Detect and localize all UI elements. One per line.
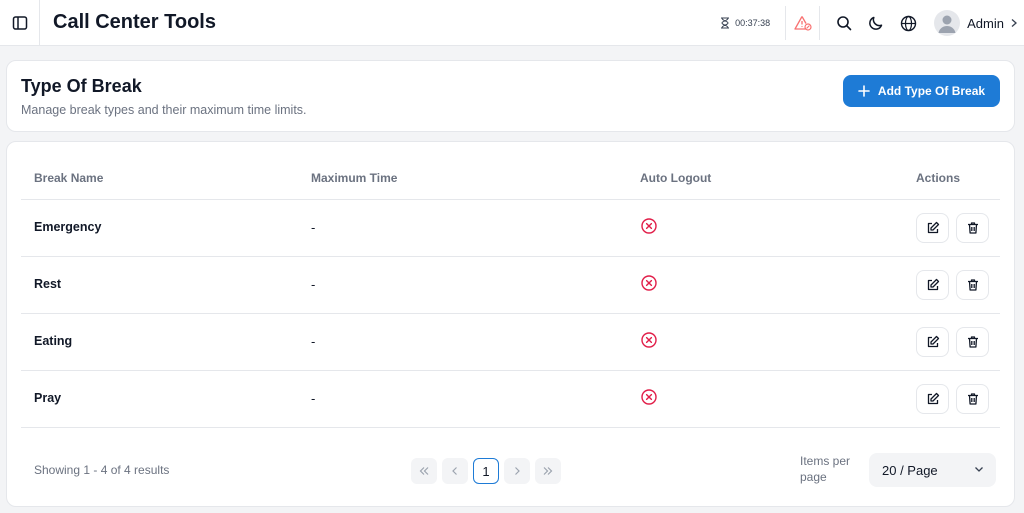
search-button[interactable] bbox=[828, 6, 860, 40]
edit-icon bbox=[927, 335, 939, 348]
edit-icon bbox=[927, 392, 939, 405]
sidebar-toggle-icon bbox=[12, 15, 27, 30]
items-per-page-label: Items per page bbox=[800, 454, 851, 484]
chevrons-right-icon bbox=[543, 467, 553, 475]
break-name: Eating bbox=[34, 334, 73, 348]
header-maximum-time: Maximum Time bbox=[311, 171, 398, 185]
items-per-page-value: 20 / Page bbox=[882, 462, 938, 478]
timer-value: 00:37:38 bbox=[735, 18, 771, 28]
app-title: Call Center Tools bbox=[53, 11, 216, 33]
next-page-button[interactable] bbox=[504, 458, 530, 484]
user-name: Admin bbox=[967, 15, 1004, 31]
table-row: Pray - bbox=[21, 371, 1000, 428]
add-button-label: Add Type Of Break bbox=[877, 84, 986, 98]
alert-icon bbox=[793, 16, 812, 31]
table-row: Eating - bbox=[21, 314, 1000, 371]
page-header-card: Type Of Break Manage break types and the… bbox=[6, 60, 1015, 132]
trash-icon bbox=[967, 222, 978, 234]
break-name: Emergency bbox=[34, 220, 102, 234]
theme-toggle-button[interactable] bbox=[860, 6, 892, 40]
edit-icon bbox=[927, 221, 939, 234]
language-button[interactable] bbox=[892, 6, 924, 40]
edit-button[interactable] bbox=[916, 270, 949, 300]
previous-page-button[interactable] bbox=[442, 458, 468, 484]
chevron-right-icon bbox=[1011, 19, 1017, 27]
plus-icon bbox=[858, 85, 870, 97]
edit-button[interactable] bbox=[916, 327, 949, 357]
delete-button[interactable] bbox=[956, 270, 989, 300]
avatar bbox=[934, 10, 961, 36]
chevrons-left-icon bbox=[419, 467, 429, 475]
break-name: Pray bbox=[34, 391, 62, 405]
maximum-time: - bbox=[311, 334, 316, 349]
items-per-page-select[interactable]: 20 / Page bbox=[869, 453, 996, 487]
maximum-time: - bbox=[311, 220, 316, 235]
hourglass-icon bbox=[721, 17, 730, 29]
break-name: Rest bbox=[34, 277, 62, 291]
page-button-current[interactable]: 1 bbox=[473, 458, 499, 484]
x-circle-icon bbox=[641, 275, 657, 291]
trash-icon bbox=[967, 336, 978, 348]
first-page-button[interactable] bbox=[411, 458, 437, 484]
session-timer: 00:37:38 bbox=[720, 6, 787, 40]
header-break-name: Break Name bbox=[34, 171, 104, 185]
last-page-button[interactable] bbox=[535, 458, 561, 484]
search-icon bbox=[837, 16, 852, 31]
page-subtitle: Manage break types and their maximum tim… bbox=[21, 103, 307, 117]
trash-icon bbox=[967, 393, 978, 405]
page-title: Type Of Break bbox=[21, 76, 142, 96]
break-types-table-card: Break Name Maximum Time Auto Logout Acti… bbox=[6, 141, 1015, 507]
header-auto-logout: Auto Logout bbox=[640, 171, 712, 185]
add-break-type-button[interactable]: Add Type Of Break bbox=[843, 75, 1000, 107]
pagination-info: Showing 1 - 4 of 4 results bbox=[34, 463, 170, 477]
x-circle-icon bbox=[641, 218, 657, 234]
delete-button[interactable] bbox=[956, 327, 989, 357]
chevron-left-icon bbox=[452, 467, 457, 475]
moon-icon bbox=[869, 16, 883, 30]
table-row: Rest - bbox=[21, 257, 1000, 314]
chevron-down-icon bbox=[975, 467, 983, 472]
maximum-time: - bbox=[311, 391, 316, 406]
table-row: Emergency - bbox=[21, 200, 1000, 257]
x-circle-icon bbox=[641, 389, 657, 405]
globe-icon bbox=[900, 15, 916, 31]
header-actions: Actions bbox=[916, 171, 961, 185]
chevron-right-icon bbox=[515, 467, 520, 475]
maximum-time: - bbox=[311, 277, 316, 292]
trash-icon bbox=[967, 279, 978, 291]
edit-button[interactable] bbox=[916, 213, 949, 243]
table-header: Break Name Maximum Time Auto Logout Acti… bbox=[21, 156, 1000, 200]
alert-button[interactable] bbox=[786, 6, 821, 40]
delete-button[interactable] bbox=[956, 384, 989, 414]
x-circle-icon bbox=[641, 332, 657, 348]
sidebar-toggle-button[interactable] bbox=[0, 0, 40, 46]
delete-button[interactable] bbox=[956, 213, 989, 243]
user-avatar-icon bbox=[938, 15, 956, 33]
top-bar: Call Center Tools 00:37:38 Admin bbox=[0, 0, 1024, 46]
user-menu[interactable]: Admin bbox=[934, 10, 1018, 36]
pagination: 1 bbox=[411, 458, 561, 484]
edit-icon bbox=[927, 278, 939, 291]
edit-button[interactable] bbox=[916, 384, 949, 414]
